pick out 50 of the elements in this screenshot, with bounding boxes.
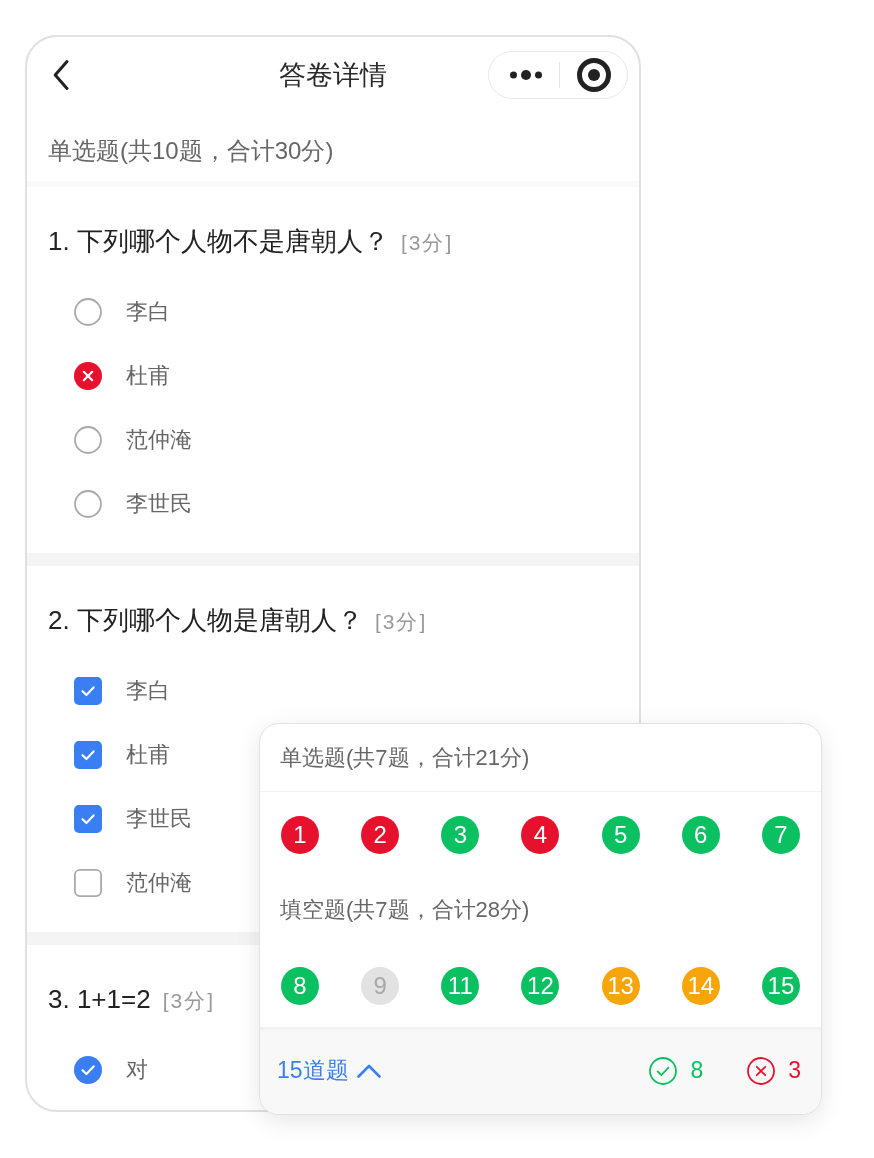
question-number[interactable]: 1 xyxy=(281,816,319,854)
question-title: 1. 下列哪个人物不是唐朝人？ xyxy=(48,226,389,256)
question-number[interactable]: 13 xyxy=(601,967,640,1005)
question-score: [3分] xyxy=(374,609,428,635)
wrong-count: 3 xyxy=(788,1057,801,1084)
option-label: 范仲淹 xyxy=(126,426,192,454)
question-number[interactable]: 11 xyxy=(441,967,480,1005)
group-title: 填空题(共7题，合计28分) xyxy=(280,895,530,924)
group-title: 单选题(共7题，合计21分) xyxy=(280,743,530,772)
question-number[interactable]: 14 xyxy=(681,967,720,1005)
option-label: 范仲淹 xyxy=(126,869,192,897)
radio-button[interactable] xyxy=(74,426,102,454)
radio-button[interactable] xyxy=(74,362,102,390)
question-score: [3分] xyxy=(162,988,215,1014)
check-circle-icon xyxy=(649,1056,678,1085)
checkbox[interactable] xyxy=(74,677,102,705)
option-label: 李世民 xyxy=(126,490,192,518)
page-title: 答卷详情 xyxy=(279,59,387,92)
option-label: 李世民 xyxy=(126,805,192,833)
question-title: 2. 下列哪个人物是唐朝人？ xyxy=(48,605,363,635)
question-number[interactable]: 9 xyxy=(361,967,400,1005)
option-label: 杜甫 xyxy=(126,741,170,769)
question-number[interactable]: 6 xyxy=(681,816,720,854)
option-label: 杜甫 xyxy=(126,362,170,390)
target-icon[interactable] xyxy=(577,58,611,92)
question-number[interactable]: 8 xyxy=(281,967,319,1005)
question-number[interactable]: 4 xyxy=(521,816,560,854)
question-number[interactable]: 12 xyxy=(521,967,560,1005)
question-title: 3. 1+1=2 xyxy=(48,984,151,1014)
option-label: 李白 xyxy=(126,677,170,705)
option-label: 对 xyxy=(126,1056,148,1084)
x-circle-icon xyxy=(747,1056,776,1085)
radio-button[interactable] xyxy=(74,1056,102,1084)
option-label: 李白 xyxy=(126,298,170,326)
section-title: 单选题(共10题，合计30分) xyxy=(48,137,334,164)
correct-count: 8 xyxy=(690,1057,704,1084)
checkbox[interactable] xyxy=(74,805,102,833)
question-number[interactable]: 15 xyxy=(761,967,800,1005)
radio-button[interactable] xyxy=(74,490,102,518)
question-number[interactable]: 2 xyxy=(361,816,400,854)
checkbox[interactable] xyxy=(74,741,102,769)
checkbox[interactable] xyxy=(74,869,102,897)
question-number[interactable]: 5 xyxy=(601,816,640,854)
back-icon[interactable] xyxy=(53,60,69,90)
question-number[interactable]: 7 xyxy=(761,816,800,854)
question-count-toggle[interactable]: 15道题 xyxy=(277,1055,381,1086)
radio-button[interactable] xyxy=(74,298,102,326)
question-number[interactable]: 3 xyxy=(441,816,480,854)
question-score: [3分] xyxy=(400,230,454,256)
more-icon[interactable] xyxy=(510,70,542,80)
